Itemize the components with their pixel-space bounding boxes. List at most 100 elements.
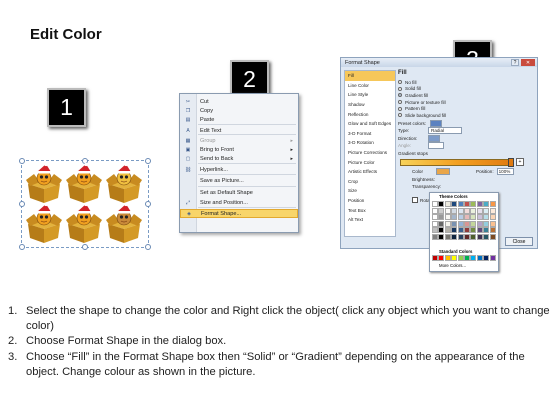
- theme-color-swatch[interactable]: [438, 233, 445, 240]
- angle-field[interactable]: [428, 142, 444, 150]
- category-item[interactable]: Position: [345, 196, 395, 206]
- gift-box-character-image[interactable]: [24, 162, 64, 204]
- category-item[interactable]: Picture Corrections: [345, 148, 395, 158]
- theme-color-swatch[interactable]: [457, 220, 464, 227]
- add-stop-button[interactable]: +: [516, 158, 524, 167]
- close-x-button[interactable]: ✕: [521, 59, 535, 66]
- theme-color-swatch[interactable]: [438, 227, 445, 234]
- theme-color-swatch[interactable]: [451, 208, 458, 214]
- fill-option[interactable]: Picture or texture fill: [398, 99, 533, 106]
- theme-color-swatch[interactable]: [457, 208, 464, 214]
- theme-color-swatch[interactable]: [432, 201, 438, 207]
- resize-handle[interactable]: [145, 244, 151, 250]
- category-item[interactable]: Text Box: [345, 205, 395, 215]
- theme-color-swatch[interactable]: [444, 214, 451, 221]
- category-item[interactable]: Shadow: [345, 100, 395, 110]
- theme-color-swatch[interactable]: [432, 208, 438, 214]
- theme-color-swatch[interactable]: [457, 201, 464, 207]
- theme-color-swatch[interactable]: [451, 227, 458, 234]
- category-item[interactable]: 3-D Rotation: [345, 138, 395, 148]
- menu-item[interactable]: Save as Picture...: [180, 176, 298, 185]
- resize-handle[interactable]: [82, 244, 88, 250]
- type-dropdown[interactable]: Radial: [428, 127, 462, 135]
- theme-color-swatch[interactable]: [432, 220, 438, 227]
- theme-color-swatch[interactable]: [470, 227, 477, 234]
- theme-color-swatch[interactable]: [432, 233, 438, 240]
- fill-option[interactable]: No fill: [398, 79, 533, 86]
- help-button[interactable]: ?: [511, 59, 519, 66]
- radio-button[interactable]: [398, 100, 402, 105]
- preset-colors-dropdown[interactable]: [430, 119, 443, 127]
- theme-color-swatch[interactable]: [470, 208, 477, 214]
- gradient-stop-handle[interactable]: [508, 158, 514, 168]
- category-item[interactable]: Fill: [345, 71, 395, 81]
- standard-color-swatch[interactable]: [476, 255, 483, 261]
- theme-color-swatch[interactable]: [444, 233, 451, 240]
- gift-box-character-image[interactable]: [64, 202, 104, 244]
- gift-box-character-image[interactable]: [24, 202, 64, 244]
- resize-handle[interactable]: [19, 244, 25, 250]
- theme-color-swatch[interactable]: [438, 208, 445, 214]
- theme-color-swatch[interactable]: [432, 227, 438, 234]
- menu-item[interactable]: A Edit Text: [180, 126, 298, 135]
- category-item[interactable]: Glow and Soft Edges: [345, 119, 395, 129]
- theme-color-swatch[interactable]: [464, 220, 470, 227]
- theme-color-swatch[interactable]: [457, 233, 464, 240]
- theme-color-swatch[interactable]: [476, 233, 483, 240]
- fill-option[interactable]: Solid fill: [398, 86, 533, 93]
- menu-item[interactable]: ▤ Paste: [180, 115, 298, 124]
- gradient-bar[interactable]: [400, 159, 514, 167]
- gift-box-character-image[interactable]: [64, 162, 104, 204]
- fill-option[interactable]: Slide background fill: [398, 112, 533, 119]
- theme-color-swatch[interactable]: [483, 233, 490, 240]
- theme-color-swatch[interactable]: [464, 214, 470, 221]
- category-item[interactable]: Reflection: [345, 109, 395, 119]
- theme-color-swatch[interactable]: [470, 220, 477, 227]
- theme-color-swatch[interactable]: [464, 227, 470, 234]
- theme-color-swatch[interactable]: [464, 208, 470, 214]
- theme-color-swatch[interactable]: [444, 201, 451, 207]
- theme-color-swatch[interactable]: [438, 220, 445, 227]
- radio-button[interactable]: [398, 93, 402, 98]
- menu-item[interactable]: ❐ Copy: [180, 106, 298, 115]
- more-colors-option[interactable]: More Colors...: [439, 263, 466, 268]
- standard-color-swatch[interactable]: [444, 255, 451, 261]
- menu-item[interactable]: ◈ Format Shape...: [180, 209, 298, 218]
- close-button[interactable]: Close: [505, 237, 533, 246]
- theme-color-swatch[interactable]: [489, 214, 496, 221]
- category-item[interactable]: Size: [345, 186, 395, 196]
- theme-color-swatch[interactable]: [451, 201, 458, 207]
- menu-item[interactable]: ▢ Send to Back ▸: [180, 154, 298, 163]
- standard-color-swatch[interactable]: [464, 255, 470, 261]
- rotate-checkbox[interactable]: [412, 197, 418, 204]
- theme-color-swatch[interactable]: [432, 214, 438, 221]
- theme-color-swatch[interactable]: [483, 220, 490, 227]
- menu-item[interactable]: ▦ Group ▸: [180, 136, 298, 145]
- theme-color-swatch[interactable]: [470, 233, 477, 240]
- theme-color-swatch[interactable]: [483, 201, 490, 207]
- category-item[interactable]: Picture Color: [345, 157, 395, 167]
- resize-handle[interactable]: [145, 158, 151, 164]
- theme-color-swatch[interactable]: [476, 201, 483, 207]
- theme-color-swatch[interactable]: [451, 233, 458, 240]
- radio-button[interactable]: [398, 80, 402, 85]
- category-item[interactable]: 3-D Format: [345, 129, 395, 139]
- standard-color-swatch[interactable]: [489, 255, 496, 261]
- category-item[interactable]: Line Color: [345, 81, 395, 91]
- theme-color-swatch[interactable]: [489, 233, 496, 240]
- theme-color-swatch[interactable]: [489, 208, 496, 214]
- theme-color-swatch[interactable]: [476, 214, 483, 221]
- theme-color-swatch[interactable]: [457, 214, 464, 221]
- category-item[interactable]: Artistic Effects: [345, 167, 395, 177]
- theme-color-swatch[interactable]: [476, 227, 483, 234]
- radio-button[interactable]: [398, 106, 402, 111]
- theme-color-swatch[interactable]: [438, 214, 445, 221]
- theme-color-swatch[interactable]: [464, 233, 470, 240]
- menu-item[interactable]: Set as Default Shape: [180, 188, 298, 197]
- resize-handle[interactable]: [145, 201, 151, 207]
- theme-color-swatch[interactable]: [451, 214, 458, 221]
- color-dropdown[interactable]: [436, 168, 450, 176]
- theme-color-swatch[interactable]: [464, 201, 470, 207]
- category-item[interactable]: Alt Text: [345, 215, 395, 225]
- theme-color-swatch[interactable]: [451, 220, 458, 227]
